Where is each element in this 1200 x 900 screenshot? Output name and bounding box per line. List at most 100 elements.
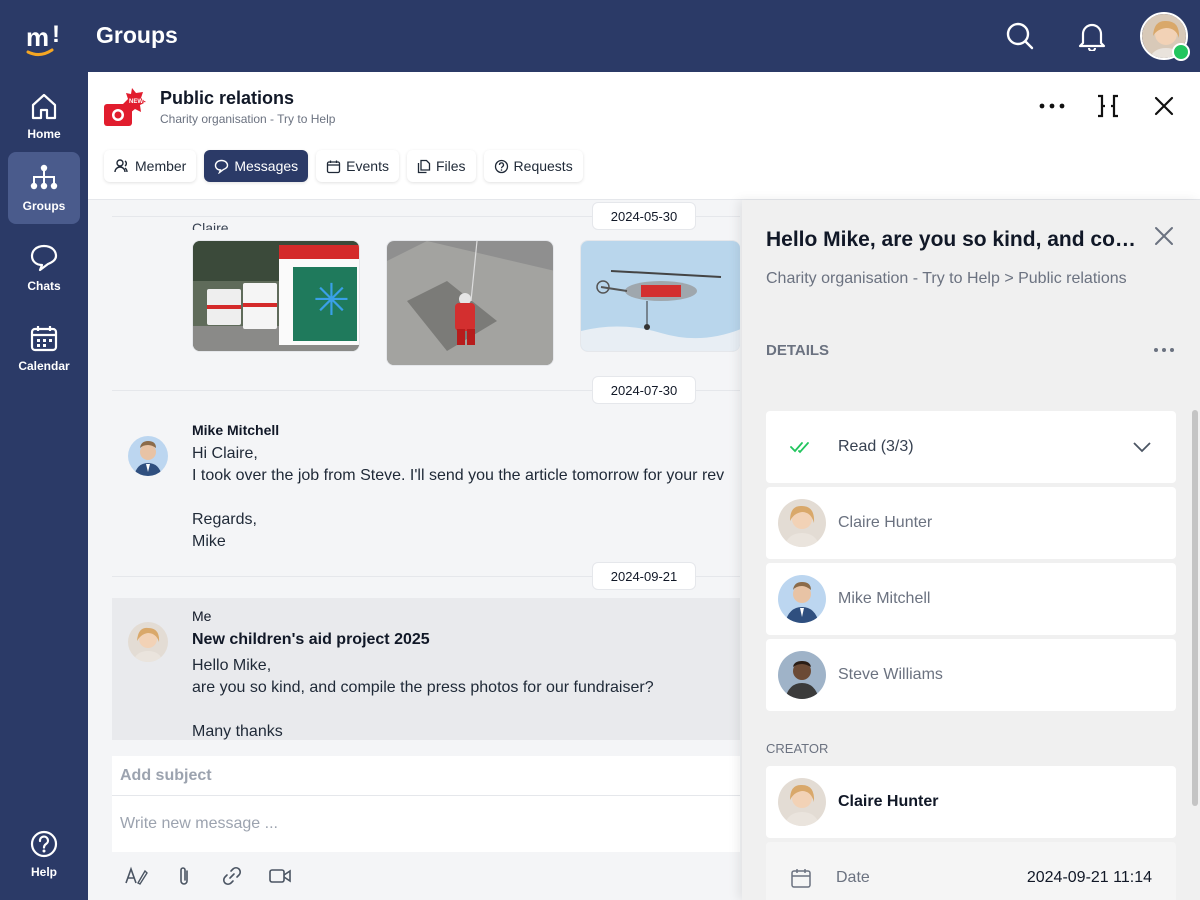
message-input[interactable]	[112, 796, 740, 852]
files-icon	[417, 159, 431, 173]
tab-messages[interactable]: Messages	[204, 150, 309, 182]
group-subtitle: Charity organisation - Try to Help	[160, 112, 336, 126]
image-ambulance[interactable]: ✳	[192, 240, 360, 352]
sidebar-item-label: Calendar	[18, 359, 70, 373]
message-subject: New children's aid project 2025	[192, 631, 430, 648]
message-sender: Me	[192, 608, 212, 624]
sidebar-item-calendar[interactable]: Calendar	[8, 312, 80, 384]
tab-events[interactable]: Events	[316, 150, 399, 182]
read-status: Read (3/3)	[838, 438, 914, 455]
group-header: NEWS Public relations Charity organisati…	[88, 72, 1200, 200]
creator-item[interactable]: Claire Hunter	[766, 766, 1176, 838]
link-icon[interactable]	[218, 862, 246, 890]
message-text: are you so kind, and compile the press p…	[192, 679, 654, 696]
tab-label: Files	[435, 158, 466, 174]
attachment-icon[interactable]	[170, 862, 198, 890]
section-title: DETAILS	[766, 342, 830, 359]
avatar[interactable]	[128, 436, 168, 476]
calendar-icon	[327, 160, 341, 173]
creator-name: Claire Hunter	[838, 793, 939, 810]
avatar	[778, 651, 826, 699]
message-text: I took over the job from Steve. I'll sen…	[192, 467, 725, 484]
date-separator: 2024-05-30	[112, 202, 740, 230]
reader-item[interactable]: Steve Williams	[766, 639, 1176, 711]
close-icon[interactable]	[1152, 224, 1176, 248]
more-options-icon[interactable]	[1036, 92, 1068, 120]
tab-member[interactable]: Member	[104, 150, 197, 182]
message-text: Mike	[192, 533, 226, 550]
calendar-icon	[30, 326, 58, 352]
image-mountain-rescue[interactable]	[386, 240, 554, 366]
svg-text:!: !	[52, 21, 60, 48]
message-text: Many thanks	[192, 723, 283, 740]
home-icon	[31, 93, 57, 120]
date-label: Date	[836, 869, 870, 886]
message-text: Regards,	[192, 511, 257, 528]
message-icon	[215, 159, 229, 174]
groups-icon	[30, 164, 58, 190]
date-separator: 2024-07-30	[112, 376, 740, 404]
svg-text:✳: ✳	[313, 276, 350, 325]
date-value: 2024-09-21 11:14	[1026, 869, 1152, 886]
chevron-down-icon	[1133, 442, 1151, 453]
video-icon[interactable]	[266, 862, 294, 890]
svg-text:m: m	[26, 22, 49, 52]
sidebar-item-chats[interactable]: Chats	[8, 232, 80, 304]
svg-text:NEWS: NEWS	[129, 99, 146, 105]
chat-icon	[30, 244, 58, 272]
more-options-icon[interactable]	[1150, 340, 1178, 360]
avatar	[778, 778, 826, 826]
sidebar-item-label: Home	[27, 127, 61, 141]
question-icon	[494, 159, 508, 173]
message-sender: Mike Mitchell	[192, 422, 280, 438]
breadcrumb[interactable]: Charity organisation - Try to Help > Pub…	[766, 270, 1127, 288]
message-details-panel: Hello Mike, are you so kind, and compile…	[742, 200, 1200, 900]
tab-label: Member	[135, 158, 187, 174]
double-check-icon	[790, 442, 809, 454]
subject-input[interactable]	[112, 756, 740, 796]
split-view-icon[interactable]	[1092, 92, 1124, 120]
sidebar-item-label: Groups	[22, 199, 66, 213]
calendar-icon	[791, 869, 811, 888]
date-chip: 2024-09-21	[592, 562, 696, 590]
close-icon[interactable]	[1148, 92, 1180, 120]
date-chip: 2024-05-30	[592, 202, 696, 230]
tab-requests[interactable]: Requests	[483, 150, 583, 182]
news-camera-icon: NEWS	[104, 88, 146, 126]
tab-label: Requests	[513, 158, 573, 174]
tab-files[interactable]: Files	[406, 150, 476, 182]
sidebar-item-help[interactable]: Help	[8, 818, 80, 890]
tab-label: Messages	[234, 158, 299, 174]
online-status-icon	[1172, 43, 1190, 61]
message-text: Hi Claire,	[192, 445, 258, 462]
avatar	[778, 575, 826, 623]
sidebar-item-home[interactable]: Home	[8, 80, 80, 152]
reader-name: Steve Williams	[838, 666, 943, 683]
text-format-icon[interactable]	[122, 862, 150, 890]
date-item: Date 2024-09-21 11:14	[766, 842, 1176, 900]
creator-label: CREATOR	[766, 741, 829, 756]
image-helicopter[interactable]	[580, 240, 740, 352]
read-status-dropdown[interactable]: Read (3/3)	[766, 411, 1176, 483]
reader-name: Mike Mitchell	[838, 590, 931, 607]
reader-item[interactable]: Claire Hunter	[766, 487, 1176, 559]
bell-icon[interactable]	[1074, 18, 1110, 54]
reader-item[interactable]: Mike Mitchell	[766, 563, 1176, 635]
panel-scrollbar[interactable]	[1192, 410, 1198, 806]
avatar[interactable]	[128, 622, 168, 662]
search-icon[interactable]	[1002, 18, 1038, 54]
app-title: Groups	[96, 22, 178, 48]
help-icon	[30, 830, 58, 858]
sidebar-item-groups[interactable]: Groups	[8, 152, 80, 224]
date-chip: 2024-07-30	[592, 376, 696, 404]
avatar	[778, 499, 826, 547]
sidebar: Home Groups Chats Calendar Help	[0, 72, 88, 900]
tab-label: Events	[346, 158, 389, 174]
message-text: Hello Mike,	[192, 657, 272, 674]
date-separator: 2024-09-21	[112, 562, 740, 590]
members-icon	[114, 159, 128, 173]
message-list[interactable]: Claire 2024-05-30 ✳ 2024-07-30 Mike Mitc…	[112, 200, 740, 740]
top-bar: m ! Groups	[0, 0, 1200, 72]
app-logo-icon[interactable]: m !	[22, 14, 66, 58]
message-composer	[112, 756, 740, 852]
